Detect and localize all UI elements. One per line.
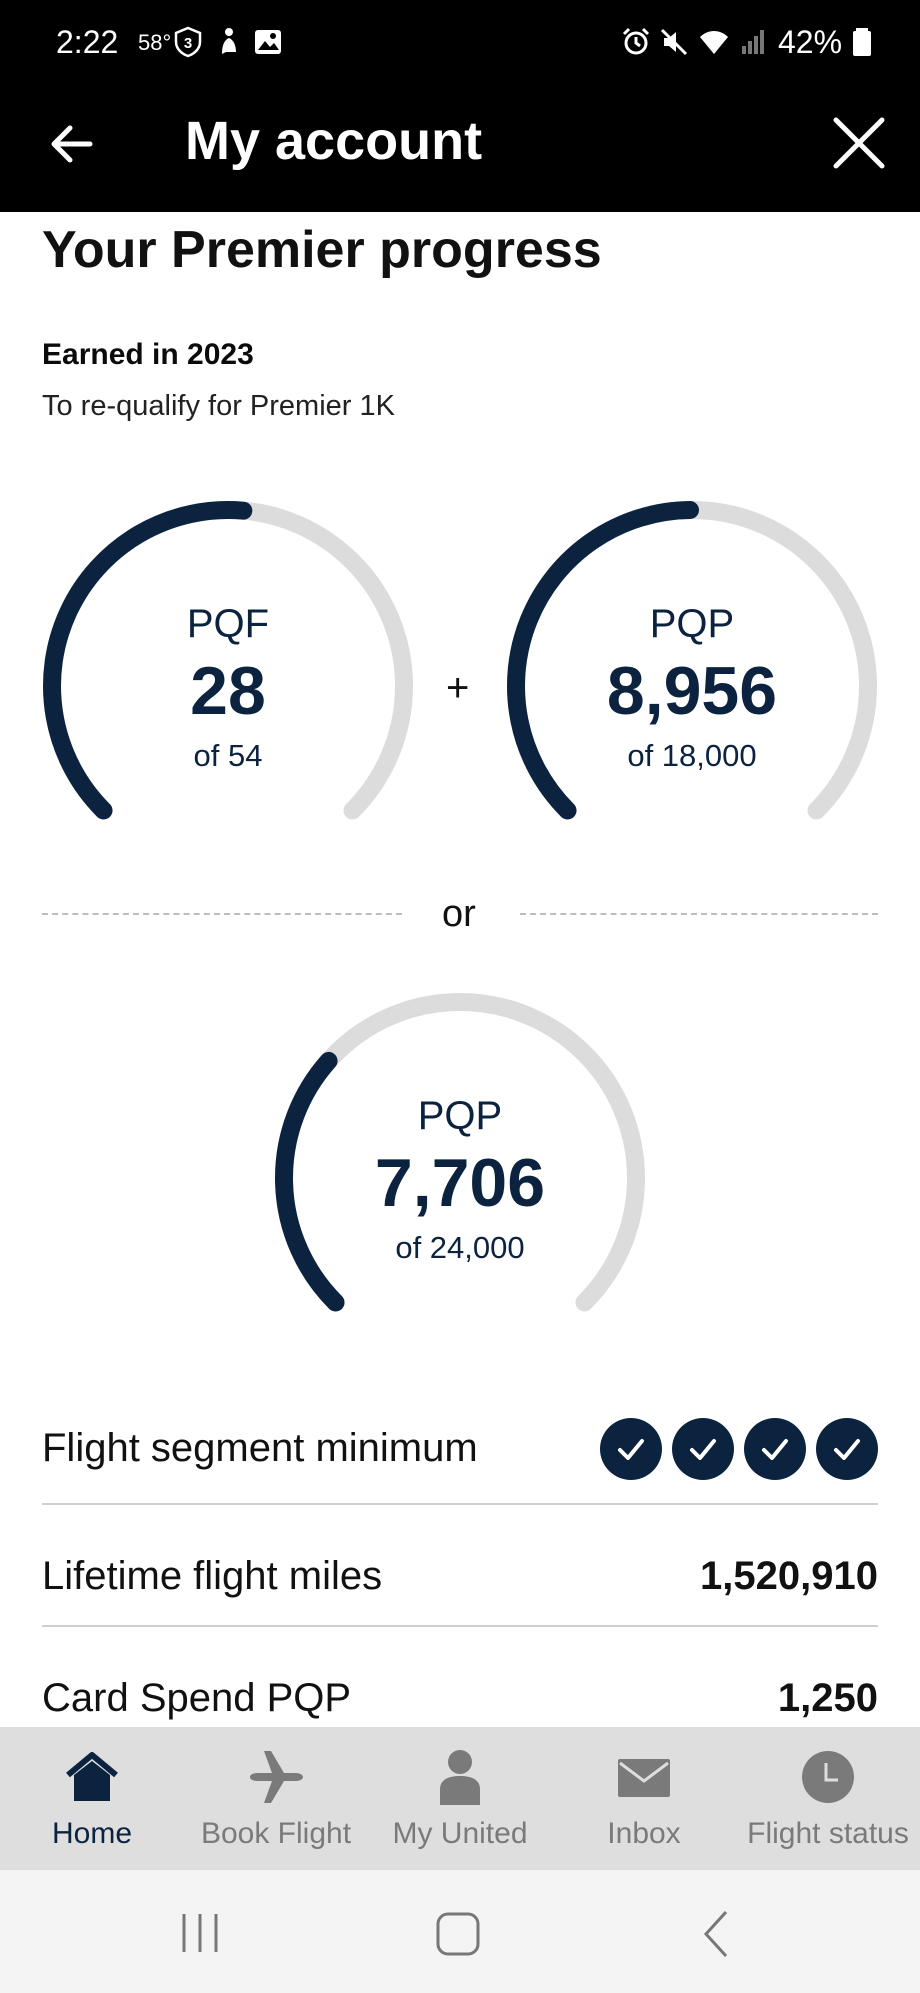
home-button-icon[interactable] (428, 1906, 488, 1962)
segment-minimum-row: Flight segment minimum (42, 1418, 878, 1482)
recent-apps-icon[interactable] (170, 1906, 230, 1962)
back-button-icon[interactable] (686, 1906, 746, 1962)
status-time: 2:22 (56, 24, 119, 60)
alarm-icon (622, 27, 650, 55)
divider-left (42, 913, 402, 915)
airplane-icon (250, 1751, 303, 1803)
arrow-left-icon[interactable] (44, 116, 100, 172)
gauge-label: PQP (417, 1094, 503, 1138)
clock-icon (802, 1751, 854, 1803)
gauge-value: 7,706 (374, 1145, 546, 1221)
card-spend-label: Card Spend PQP (42, 1676, 352, 1720)
checkmark-icon (744, 1418, 806, 1480)
tab-label: Home (51, 1817, 133, 1850)
gauge-total: of 54 (193, 738, 263, 773)
tab-book-flight[interactable]: Book Flight (184, 1727, 368, 1870)
tab-flight-status[interactable]: Flight status (736, 1727, 920, 1870)
bottom-tab-bar: Home Book Flight My United Inbox Flight … (0, 1727, 920, 1870)
pqp-gauge: PQP 8,956 of 18,000 (506, 500, 878, 840)
envelope-icon (618, 1759, 670, 1797)
segment-checks (600, 1418, 878, 1480)
tab-label: My United (392, 1817, 528, 1850)
gauge-label: PQP (649, 602, 735, 646)
pqp-only-gauge: PQP 7,706 of 24,000 (274, 992, 646, 1332)
tab-home[interactable]: Home (0, 1727, 184, 1870)
battery-percent: 42% (778, 24, 843, 60)
plus-sign: + (446, 666, 470, 710)
gauge-total: of 18,000 (627, 738, 757, 773)
page-title: My account (185, 111, 483, 171)
gauge-total: of 24,000 (395, 1230, 525, 1265)
app-header: My account (0, 90, 920, 212)
tab-label: Inbox (607, 1817, 681, 1850)
battery-icon (853, 28, 871, 56)
close-icon[interactable] (828, 112, 890, 174)
home-icon (66, 1752, 118, 1801)
checkmark-icon (816, 1418, 878, 1480)
tab-inbox[interactable]: Inbox (552, 1727, 736, 1870)
segment-minimum-label: Flight segment minimum (42, 1426, 478, 1470)
earned-label: Earned in 2023 (42, 338, 254, 371)
system-navigation-bar (0, 1870, 920, 1993)
checkmark-icon (600, 1418, 662, 1480)
row-divider (42, 1503, 878, 1505)
mute-icon (660, 28, 688, 56)
gauge-value: 8,956 (606, 653, 778, 729)
card-spend-value: 1,250 (777, 1676, 878, 1720)
card-spend-row: Card Spend PQP 1,250 (42, 1672, 878, 1728)
checkmark-icon (672, 1418, 734, 1480)
requalify-text: To re-qualify for Premier 1K (42, 390, 395, 422)
image-icon (255, 30, 281, 54)
divider-right (520, 913, 878, 915)
tab-label: Book Flight (200, 1817, 352, 1850)
status-temperature: 58° (138, 30, 172, 55)
pqf-gauge: PQF 28 of 54 (42, 500, 414, 840)
lifetime-miles-label: Lifetime flight miles (42, 1554, 383, 1598)
gauge-value: 28 (190, 653, 266, 729)
section-title: Your Premier progress (42, 221, 602, 279)
shield-3-icon: 3 (174, 26, 202, 58)
status-bar: 2:22 58° 3 42% (0, 0, 920, 90)
svg-text:3: 3 (184, 35, 192, 52)
tab-my-united[interactable]: My United (368, 1727, 552, 1870)
tab-label: Flight status (747, 1817, 909, 1850)
or-label: or (442, 893, 476, 935)
lifetime-miles-row: Lifetime flight miles 1,520,910 (42, 1550, 878, 1606)
gauge-label: PQF (186, 602, 270, 646)
person-icon (440, 1750, 480, 1805)
figure-icon (222, 28, 236, 54)
row-divider (42, 1625, 878, 1627)
signal-icon (742, 30, 764, 54)
wifi-icon (700, 31, 728, 54)
lifetime-miles-value: 1,520,910 (700, 1554, 878, 1598)
